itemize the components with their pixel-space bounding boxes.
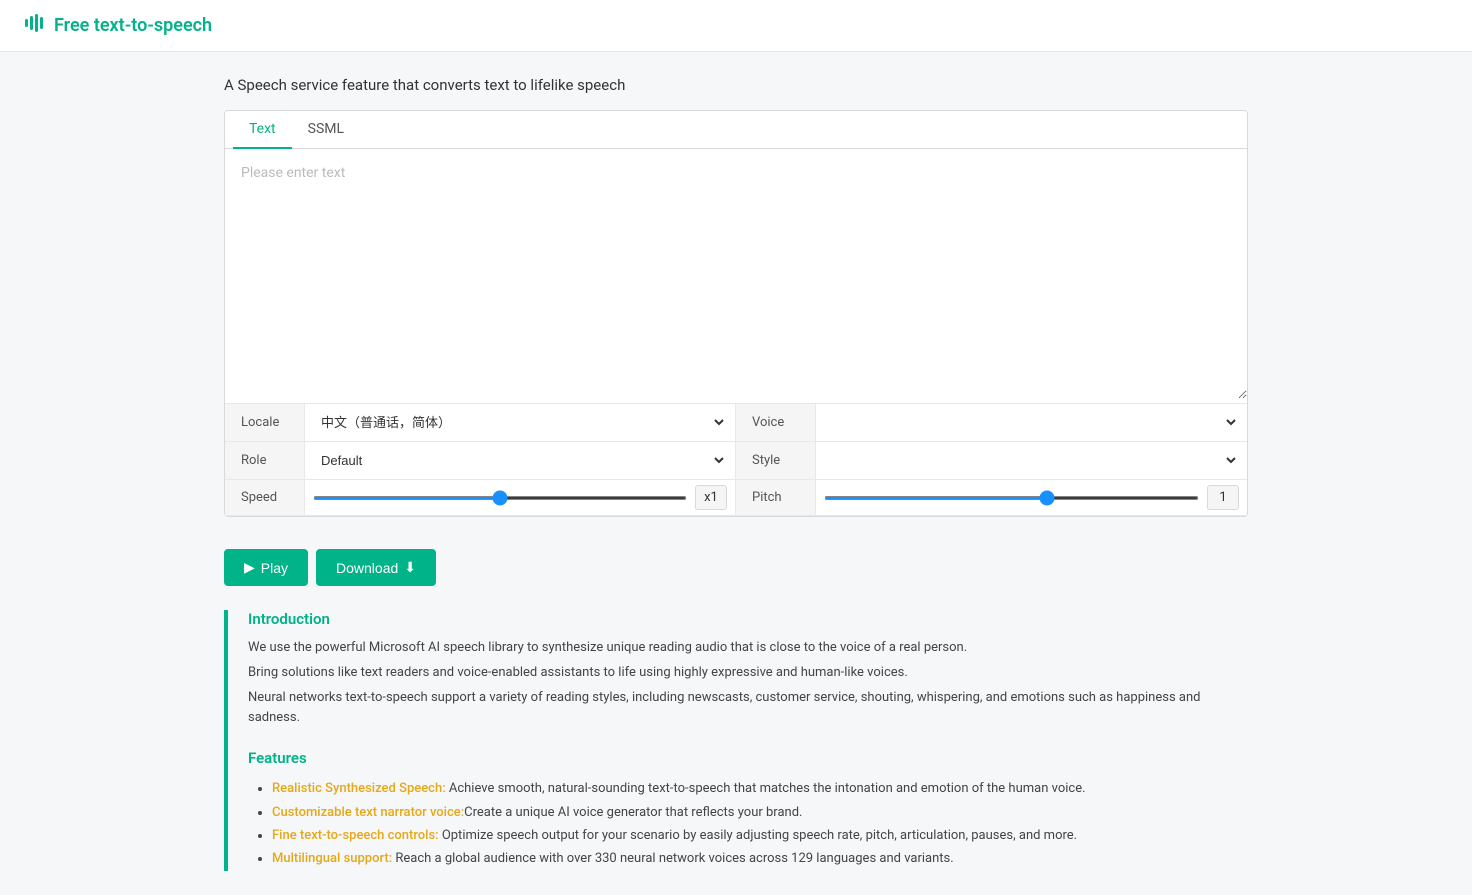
list-item: Fine text-to-speech controls: Optimize s… <box>272 824 1248 847</box>
tab-ssml[interactable]: SSML <box>292 111 360 149</box>
list-item: Realistic Synthesized Speech: Achieve sm… <box>272 777 1248 800</box>
tab-text[interactable]: Text <box>233 111 292 149</box>
play-button[interactable]: ▶ Play <box>224 549 308 586</box>
features-title: Features <box>248 749 1248 767</box>
role-label: Role <box>225 442 305 479</box>
intro-title: Introduction <box>248 610 1248 628</box>
role-select[interactable]: Default <box>313 446 727 475</box>
list-item: Multilingual support: Reach a global aud… <box>272 847 1248 870</box>
play-icon: ▶ <box>244 559 255 576</box>
speed-content: x1 <box>305 481 735 514</box>
style-content <box>816 442 1247 479</box>
action-buttons: ▶ Play Download ⬇ <box>224 533 1248 594</box>
pitch-value: 1 <box>1207 485 1239 510</box>
intro-line-2: Bring solutions like text readers and vo… <box>248 663 1248 684</box>
speed-value: x1 <box>695 485 727 510</box>
speed-label: Speed <box>225 480 305 515</box>
style-label: Style <box>736 442 816 479</box>
list-item: Customizable text narrator voice:Create … <box>272 801 1248 824</box>
voice-select[interactable] <box>824 408 1239 437</box>
voice-label: Voice <box>736 404 816 441</box>
speed-slider[interactable] <box>313 496 687 500</box>
feature-text-2: Create a unique AI voice generator that … <box>464 805 802 820</box>
locale-content: 中文（普通话，简体） <box>305 404 735 441</box>
style-select[interactable] <box>824 446 1239 475</box>
locale-select[interactable]: 中文（普通话，简体） <box>313 408 727 437</box>
header: Free text-to-speech <box>0 0 1472 52</box>
intro-line-3: Neural networks text-to-speech support a… <box>248 688 1248 730</box>
pitch-slider[interactable] <box>824 496 1199 500</box>
feature-link-2: Customizable text narrator voice: <box>272 805 464 820</box>
app-title: Free text-to-speech <box>54 15 212 36</box>
feature-link-1: Realistic Synthesized Speech: <box>272 781 446 796</box>
locale-label: Locale <box>225 404 305 441</box>
play-label: Play <box>261 560 288 576</box>
tab-bar: Text SSML <box>225 111 1247 149</box>
feature-text-1: Achieve smooth, natural-sounding text-to… <box>446 781 1086 796</box>
intro-line-1: We use the powerful Microsoft AI speech … <box>248 638 1248 659</box>
speed-control: Speed x1 <box>225 480 736 516</box>
speed-slider-wrapper: x1 <box>313 485 727 510</box>
feature-link-4: Multilingual support: <box>272 851 392 866</box>
page-subtitle: A Speech service feature that converts t… <box>224 76 1248 94</box>
voice-content <box>816 404 1247 441</box>
role-control: Role Default <box>225 442 736 480</box>
pitch-label: Pitch <box>736 480 816 515</box>
features-list: Realistic Synthesized Speech: Achieve sm… <box>248 777 1248 871</box>
text-input-wrapper <box>225 149 1247 403</box>
download-icon: ⬇ <box>404 559 416 576</box>
locale-control: Locale 中文（普通话，简体） <box>225 404 736 442</box>
controls-grid: Locale 中文（普通话，简体） Voice Role <box>225 403 1247 516</box>
voice-control: Voice <box>736 404 1247 442</box>
text-input[interactable] <box>225 149 1247 399</box>
pitch-control: Pitch 1 <box>736 480 1247 516</box>
download-button[interactable]: Download ⬇ <box>316 549 436 586</box>
feature-text-4: Reach a global audience with over 330 ne… <box>392 851 954 866</box>
style-control: Style <box>736 442 1247 480</box>
download-label: Download <box>336 560 398 576</box>
pitch-content: 1 <box>816 481 1247 514</box>
feature-text-3: Optimize speech output for your scenario… <box>439 828 1078 843</box>
role-content: Default <box>305 442 735 479</box>
main-content: A Speech service feature that converts t… <box>0 52 1472 895</box>
info-section: Introduction We use the powerful Microso… <box>224 610 1248 871</box>
tts-card: Text SSML Locale 中文（普通话，简体） Voice <box>224 110 1248 517</box>
pitch-slider-wrapper: 1 <box>824 485 1239 510</box>
feature-link-3: Fine text-to-speech controls: <box>272 828 439 843</box>
app-icon <box>24 12 46 39</box>
